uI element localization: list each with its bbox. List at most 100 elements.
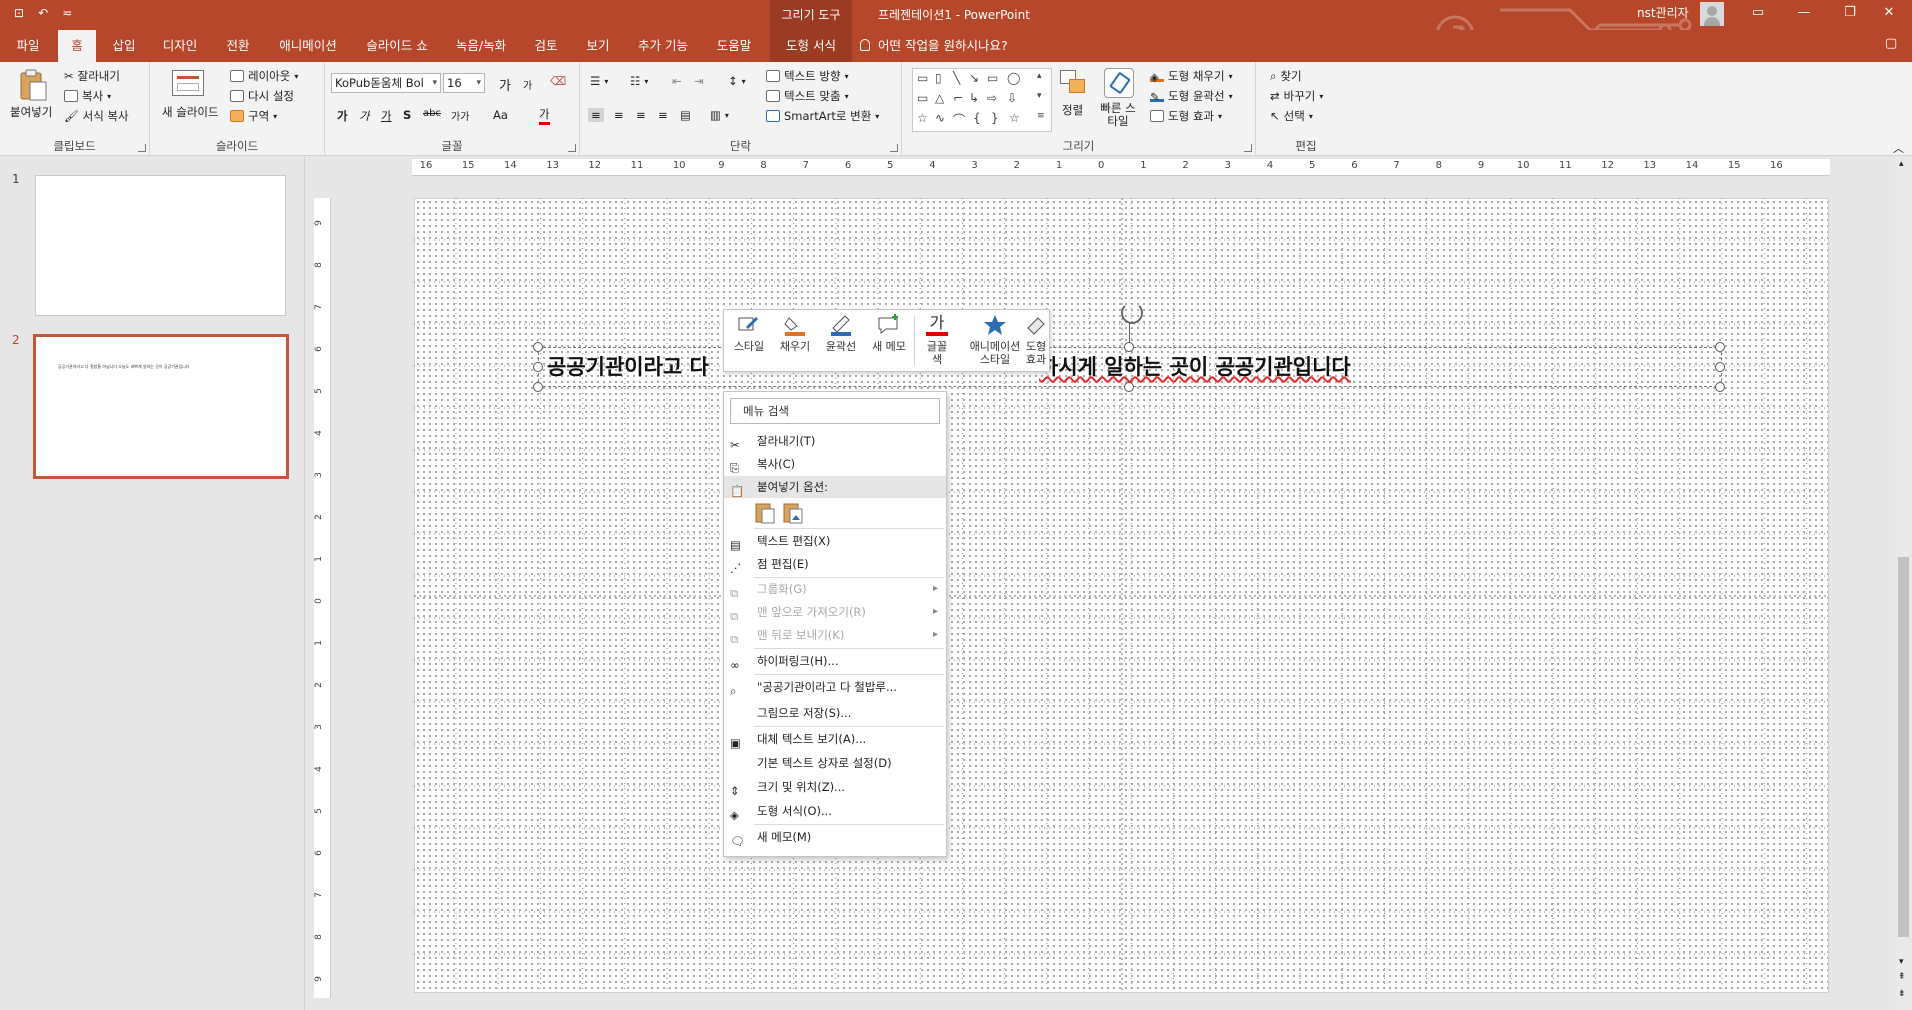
menu-item-alt-text[interactable]: ▣ 대체 텍스트 보기(A)... [724,728,946,750]
shape-rectangle-icon[interactable]: ▭ [987,71,998,85]
shape-brace-right-icon[interactable]: } [991,111,999,125]
format-painter-button[interactable]: 🖌 서식 복사 [64,108,129,124]
shape-textbox-icon[interactable]: ▭ [917,71,928,85]
minimize-button[interactable]: — [1781,0,1827,28]
shrink-font-button[interactable]: 가 [523,77,532,92]
paste-button[interactable]: 붙여넣기 [10,104,52,120]
menu-item-size-position[interactable]: ⇕ 크기 및 위치(Z)... [724,776,946,798]
decrease-indent-icon[interactable]: ⇤ [672,74,682,88]
collapse-ribbon-icon[interactable]: ︿ [1893,140,1904,156]
mini-outline-button[interactable]: 윤곽선 [820,314,862,353]
menu-item-format-shape[interactable]: ◈ 도형 서식(O)... [724,800,946,822]
cut-button[interactable]: ✂ 잘라내기 [64,68,120,84]
text-direction-button[interactable]: 텍스트 방향 ▾ [766,68,849,84]
tab-home[interactable]: 홈 [58,30,96,62]
shape-connector-icon[interactable]: ⌐ [953,91,963,105]
columns-button[interactable]: ▥ ▾ [710,108,729,122]
find-button[interactable]: ⌕ 찾기 [1270,68,1302,84]
align-left-icon[interactable]: ≡ [588,108,604,122]
tab-shape-format[interactable]: 도형 서식 [770,30,852,62]
grow-font-button[interactable]: 가 [499,75,511,94]
resize-handle-tl[interactable] [533,342,543,352]
character-spacing-button[interactable]: 가가 [451,108,469,123]
selected-text-box[interactable]: 공공기관이라고 다 하시게 일하는 곳이 공공기관입니다 [538,347,1722,387]
customize-qat-icon[interactable]: ≂ [62,6,72,20]
shape-arc-icon[interactable]: ⌒ [953,111,965,128]
font-color-button[interactable]: 가 [539,106,550,125]
tab-view[interactable]: 보기 [574,30,622,62]
shape-oval-icon[interactable]: ◯ [1007,71,1020,85]
mini-font-color-button[interactable]: 가 글꼴 색 [916,314,958,366]
rotate-handle-icon[interactable] [1121,302,1143,324]
vertical-scrollbar[interactable]: ▴ ▾ ⇞ ⇟ [1895,157,1912,1010]
line-spacing-button[interactable]: ↕ ▾ [728,74,746,88]
align-center-icon[interactable]: ≡ [614,108,624,122]
share-icon[interactable]: ▢ [1885,36,1897,51]
shape-vtextbox-icon[interactable]: ▯ [935,71,942,85]
shape-right-arrow-icon[interactable]: ⇨ [987,91,997,105]
distributed-icon[interactable]: ▤ [680,108,691,122]
replace-button[interactable]: ⇄ 바꾸기 ▾ [1270,88,1323,104]
tab-help[interactable]: 도움말 [704,30,764,62]
clipboard-launcher-icon[interactable] [138,144,146,152]
shadow-button[interactable]: S [403,108,411,122]
tab-insert[interactable]: 삽입 [102,30,146,62]
mini-shape-effects-button[interactable]: 도형 효과 [1022,314,1050,366]
resize-handle-right[interactable] [1715,362,1725,372]
strikethrough-button[interactable]: abc [423,108,441,119]
horizontal-ruler[interactable]: 16 15 14 13 12 11 10 9 8 7 6 5 4 3 2 1 0 1 2 3 4 5 6 7 8 9 10 11 12 1… [412,159,1830,176]
user-name[interactable]: nst관리자 [1637,0,1689,26]
shape-arrow-line-icon[interactable]: ↘ [969,71,979,85]
quick-styles-button[interactable]: 빠른 스타일 [1096,102,1140,128]
shape-star-icon[interactable]: ☆ [917,111,928,125]
shape-outline-button[interactable]: ✎ 도형 윤곽선 ▾ [1150,88,1233,104]
paste-as-picture-icon[interactable] [782,500,804,524]
increase-indent-icon[interactable]: ⇥ [694,74,704,88]
new-slide-button[interactable]: 새 슬라이드 [162,104,219,120]
shapes-gallery[interactable]: ▭ ▯ ╲ ↘ ▭ ◯ ▭ △ ⌐ ↳ ⇨ ⇩ ☆ ∿ ⌒ { } ☆ ▴ ▾ … [912,68,1052,132]
bold-button[interactable]: 가 [337,108,348,124]
arrange-icon[interactable] [1060,70,1086,96]
tab-addins[interactable]: 추가 기능 [626,30,700,62]
mini-style-button[interactable]: 스타일 [728,314,770,353]
tab-slideshow[interactable]: 슬라이드 쇼 [352,30,442,62]
shape-line-icon[interactable]: ╲ [953,71,960,85]
copy-button[interactable]: 복사 ▾ [64,88,111,104]
user-avatar[interactable] [1700,2,1724,26]
reset-button[interactable]: 다시 설정 [230,88,294,104]
align-right-icon[interactable]: ≡ [636,108,646,122]
tab-recording[interactable]: 녹음/녹화 [446,30,516,62]
menu-item-cut[interactable]: ✂ 잘라내기(T) [724,430,946,452]
shape-rect2-icon[interactable]: ▭ [917,91,928,105]
resize-handle-top[interactable] [1124,342,1134,352]
tab-transitions[interactable]: 전환 [214,30,262,62]
select-button[interactable]: ↖ 선택 ▾ [1270,108,1313,124]
gallery-more-icon[interactable]: ≡ [1037,111,1045,121]
paste-icon[interactable] [18,68,48,102]
font-launcher-icon[interactable] [568,144,576,152]
tab-file[interactable]: 파일 [0,30,56,62]
undo-icon[interactable]: ↶ [38,6,48,20]
menu-item-save-as-picture[interactable]: 그림으로 저장(S)... [724,702,946,724]
scroll-up-icon[interactable]: ▴ [1899,159,1904,169]
scroll-thumb[interactable] [1898,557,1909,937]
shape-effects-button[interactable]: 도형 효과 ▾ [1150,108,1222,124]
drawing-launcher-icon[interactable] [1244,144,1252,152]
slide-thumbnail-2[interactable]: 공공기관이라고 다 철밥통 아닙니다 오늘도 바쁘게 일하는 곳이 공공기관입니… [33,334,289,479]
menu-item-set-default-textbox[interactable]: 기본 텍스트 상자로 설정(D) [724,752,946,774]
next-slide-icon[interactable]: ⇟ [1898,989,1906,999]
clear-format-icon[interactable]: ⌫ [550,74,566,88]
menu-item-edit-text[interactable]: ▤ 텍스트 편집(X) [724,530,946,552]
arrange-button[interactable]: 정렬 [1062,102,1083,118]
resize-handle-bl[interactable] [533,382,543,392]
slide-thumbnail-1[interactable] [35,175,286,316]
prev-slide-icon[interactable]: ⇞ [1898,972,1906,982]
underline-button[interactable]: 가 [381,108,392,124]
menu-item-edit-points[interactable]: ⋰ 점 편집(E) [724,553,946,575]
tab-design[interactable]: 디자인 [152,30,208,62]
paragraph-launcher-icon[interactable] [890,144,898,152]
close-button[interactable]: ✕ [1866,0,1912,28]
resize-handle-br[interactable] [1715,382,1725,392]
resize-handle-tr[interactable] [1715,342,1725,352]
save-icon[interactable]: ⊡ [14,6,24,20]
